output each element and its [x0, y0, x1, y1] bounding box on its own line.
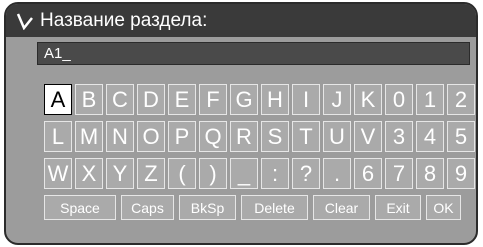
- key-2-11[interactable]: 7: [385, 158, 413, 189]
- key-exit-button[interactable]: Exit: [375, 195, 421, 220]
- key-0-13[interactable]: 2: [447, 84, 475, 115]
- dialog-titlebar: Название раздела:: [6, 4, 476, 37]
- key-1-6[interactable]: R: [230, 121, 258, 152]
- key-ok-button[interactable]: OK: [426, 195, 461, 220]
- key-2-0[interactable]: W: [44, 158, 72, 189]
- key-0-9[interactable]: J: [323, 84, 351, 115]
- key-1-3[interactable]: O: [137, 121, 165, 152]
- key-space-button[interactable]: Space: [44, 195, 116, 220]
- key-0-3[interactable]: D: [137, 84, 165, 115]
- key-0-1[interactable]: B: [75, 84, 103, 115]
- key-2-10[interactable]: 6: [354, 158, 382, 189]
- key-1-5[interactable]: Q: [199, 121, 227, 152]
- key-2-1[interactable]: X: [75, 158, 103, 189]
- key-1-1[interactable]: M: [75, 121, 103, 152]
- key-1-9[interactable]: U: [323, 121, 351, 152]
- key-2-4[interactable]: (: [168, 158, 196, 189]
- key-0-4[interactable]: E: [168, 84, 196, 115]
- key-2-12[interactable]: 8: [416, 158, 444, 189]
- key-1-10[interactable]: V: [354, 121, 382, 152]
- key-1-7[interactable]: S: [261, 121, 289, 152]
- key-1-12[interactable]: 4: [416, 121, 444, 152]
- key-2-9[interactable]: .: [323, 158, 351, 189]
- key-2-13[interactable]: 9: [447, 158, 475, 189]
- key-1-0[interactable]: L: [44, 121, 72, 152]
- keyboard-controls-row: Space Caps BkSp Delete Clear Exit OK: [44, 195, 466, 220]
- key-1-8[interactable]: T: [292, 121, 320, 152]
- key-0-12[interactable]: 1: [416, 84, 444, 115]
- keyboard-row-1: ABCDEFGHIJK012: [44, 84, 476, 115]
- dialog-title: Название раздела:: [40, 9, 208, 31]
- key-delete-button[interactable]: Delete: [241, 195, 308, 220]
- key-2-3[interactable]: Z: [137, 158, 165, 189]
- key-caps-button[interactable]: Caps: [121, 195, 174, 220]
- keyboard-row-3: W X Y Z() _:?. 6 7 8 9: [44, 158, 476, 189]
- key-bksp-button[interactable]: BkSp: [179, 195, 236, 220]
- key-1-4[interactable]: P: [168, 121, 196, 152]
- key-2-5[interactable]: ): [199, 158, 227, 189]
- key-0-0[interactable]: A: [44, 84, 72, 115]
- key-0-11[interactable]: 0: [385, 84, 413, 115]
- key-1-13[interactable]: 5: [447, 121, 475, 152]
- key-0-7[interactable]: H: [261, 84, 289, 115]
- key-1-2[interactable]: N: [106, 121, 134, 152]
- keyboard-row-2: LMNOPQRSTUV345: [44, 121, 476, 152]
- key-0-6[interactable]: G: [230, 84, 258, 115]
- key-1-11[interactable]: 3: [385, 121, 413, 152]
- key-0-2[interactable]: C: [106, 84, 134, 115]
- key-clear-button[interactable]: Clear: [313, 195, 370, 220]
- key-0-10[interactable]: K: [354, 84, 382, 115]
- section-name-input[interactable]: A1_: [37, 42, 470, 65]
- key-2-6[interactable]: _: [230, 158, 258, 189]
- key-0-8[interactable]: I: [292, 84, 320, 115]
- key-2-7[interactable]: :: [261, 158, 289, 189]
- chevron-down-icon: [16, 13, 33, 30]
- key-0-5[interactable]: F: [199, 84, 227, 115]
- section-name-dialog: Название раздела: A1_ ABCDEFGHIJK012 LMN…: [4, 2, 478, 245]
- key-2-2[interactable]: Y: [106, 158, 134, 189]
- key-2-8[interactable]: ?: [292, 158, 320, 189]
